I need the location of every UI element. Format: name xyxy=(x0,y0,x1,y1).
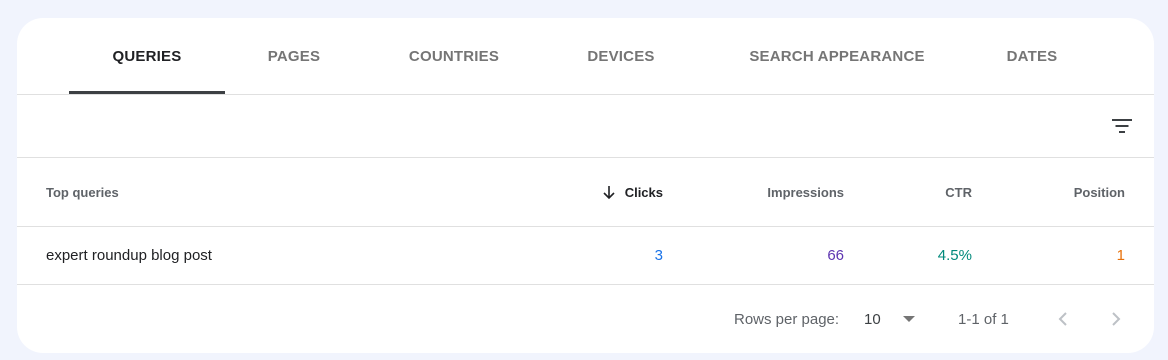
next-page-button[interactable] xyxy=(1106,285,1126,353)
chevron-left-icon xyxy=(1058,312,1067,326)
tab-countries[interactable]: COUNTRIES xyxy=(389,18,519,94)
cell-ctr: 4.5% xyxy=(937,247,972,264)
tab-dates[interactable]: DATES xyxy=(982,18,1082,94)
dimension-tabs: QUERIES PAGES COUNTRIES DEVICES SEARCH A… xyxy=(17,18,1154,95)
column-header-position[interactable]: Position xyxy=(1025,158,1125,226)
tab-search-appearance[interactable]: SEARCH APPEARANCE xyxy=(722,18,952,94)
rows-per-page-select[interactable]: 10 xyxy=(864,285,915,353)
column-header-top-queries[interactable]: Top queries xyxy=(46,158,119,226)
pagination-bar: Rows per page: 10 1-1 of 1 xyxy=(17,285,1154,353)
previous-page-button[interactable] xyxy=(1053,285,1073,353)
cell-impressions: 66 xyxy=(827,247,844,264)
column-header-label: Impressions xyxy=(767,184,844,200)
arrow-down-icon xyxy=(601,184,617,200)
cell-clicks: 3 xyxy=(654,247,663,264)
filter-list-icon xyxy=(1112,119,1132,133)
filter-button[interactable] xyxy=(1104,108,1140,144)
pagination-range: 1-1 of 1 xyxy=(958,310,1009,328)
dropdown-caret-icon xyxy=(902,316,915,322)
tab-queries[interactable]: QUERIES xyxy=(69,18,225,94)
chevron-right-icon xyxy=(1112,312,1121,326)
column-header-ctr[interactable]: CTR xyxy=(892,158,972,226)
column-header-label: CTR xyxy=(945,184,972,200)
tab-pages[interactable]: PAGES xyxy=(249,18,339,94)
column-header-label: Top queries xyxy=(46,184,119,200)
rows-per-page-value: 10 xyxy=(864,310,881,328)
cell-query: expert roundup blog post xyxy=(46,247,212,264)
table-toolbar xyxy=(17,95,1154,158)
column-header-clicks[interactable]: Clicks xyxy=(563,158,663,226)
performance-table-card: QUERIES PAGES COUNTRIES DEVICES SEARCH A… xyxy=(17,18,1154,353)
tab-devices[interactable]: DEVICES xyxy=(566,18,676,94)
table-header: Top queries Clicks Impressions CTR Posit… xyxy=(17,158,1154,227)
column-header-label: Clicks xyxy=(624,184,663,200)
rows-per-page-label: Rows per page: xyxy=(734,310,840,328)
column-header-impressions[interactable]: Impressions xyxy=(723,158,844,226)
cell-position: 1 xyxy=(1116,247,1125,264)
column-header-label: Position xyxy=(1073,184,1125,200)
table-row[interactable]: expert roundup blog post 3 66 4.5% 1 xyxy=(17,227,1154,285)
active-tab-indicator xyxy=(69,91,225,94)
